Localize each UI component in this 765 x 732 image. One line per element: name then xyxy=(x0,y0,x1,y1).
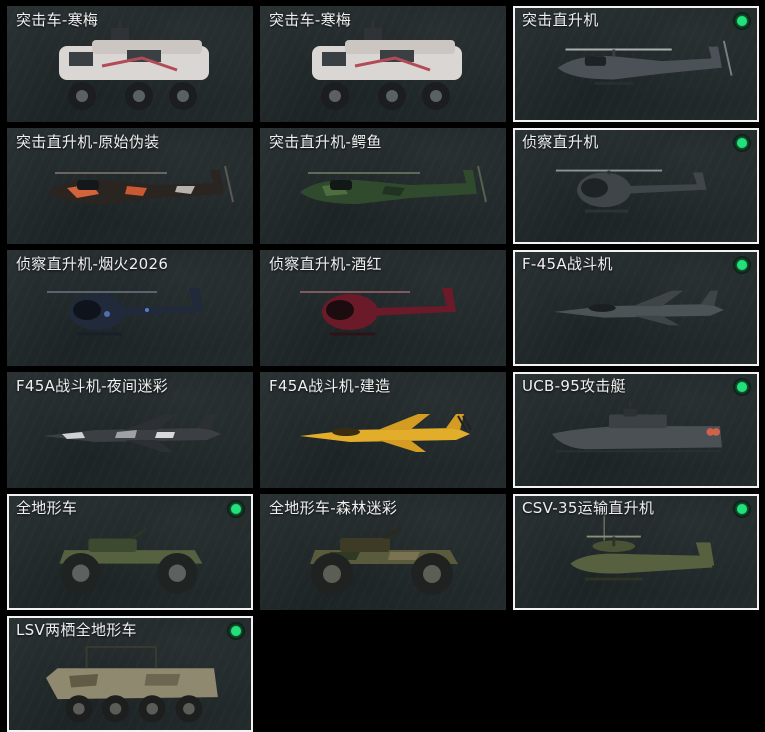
vehicle-name: 突击直升机-原始伪装 xyxy=(16,133,160,151)
vehicle-card-atv[interactable]: 全地形车 xyxy=(7,494,253,610)
vehicle-card-csv35-transport-helicopter[interactable]: CSV-35运输直升机 xyxy=(513,494,759,610)
vehicle-card-attack-helicopter-crocodile[interactable]: 突击直升机-鳄鱼 xyxy=(260,128,506,244)
vehicle-card-f45a-build[interactable]: F45A战斗机-建造 xyxy=(260,372,506,488)
vehicle-name: 突击车-寒梅 xyxy=(16,11,99,29)
vehicle-card-assault-car-hanmei-2[interactable]: 突击车-寒梅 xyxy=(260,6,506,122)
vehicle-card-f45a-fighter[interactable]: F-45A战斗机 xyxy=(513,250,759,366)
owned-indicator-icon xyxy=(733,378,751,396)
vehicle-name: CSV-35运输直升机 xyxy=(522,499,655,517)
owned-indicator-icon xyxy=(227,500,245,518)
owned-indicator-icon xyxy=(733,12,751,30)
vehicle-name: 侦察直升机-酒红 xyxy=(269,255,382,273)
vehicle-name: F45A战斗机-建造 xyxy=(269,377,391,395)
vehicle-name: F45A战斗机-夜间迷彩 xyxy=(16,377,168,395)
vehicle-name: LSV两栖全地形车 xyxy=(16,621,137,639)
vehicle-name: 侦察直升机 xyxy=(522,133,599,151)
owned-indicator-icon xyxy=(227,622,245,640)
vehicle-name: 全地形车-森林迷彩 xyxy=(269,499,398,517)
vehicle-card-ucb95-attack-boat[interactable]: UCB-95攻击艇 xyxy=(513,372,759,488)
owned-indicator-icon xyxy=(733,134,751,152)
owned-indicator-icon xyxy=(733,500,751,518)
vehicle-card-scout-helicopter-fireworks-2026[interactable]: 侦察直升机-烟火2026 xyxy=(7,250,253,366)
vehicle-name: 侦察直升机-烟火2026 xyxy=(16,255,169,273)
vehicle-card-scout-helicopter-burgundy[interactable]: 侦察直升机-酒红 xyxy=(260,250,506,366)
vehicle-card-atv-forest-camo[interactable]: 全地形车-森林迷彩 xyxy=(260,494,506,610)
vehicle-name: 突击直升机 xyxy=(522,11,599,29)
vehicle-card-scout-helicopter[interactable]: 侦察直升机 xyxy=(513,128,759,244)
vehicle-name: 全地形车 xyxy=(16,499,78,517)
vehicle-grid: 突击车-寒梅 突击车-寒梅 突击直升机 突击直升机-原始伪装 突击直升机-鳄鱼 … xyxy=(0,0,765,732)
vehicle-name: F-45A战斗机 xyxy=(522,255,613,273)
owned-indicator-icon xyxy=(733,256,751,274)
vehicle-name: UCB-95攻击艇 xyxy=(522,377,626,395)
vehicle-card-lsv-amphibious-atv[interactable]: LSV两栖全地形车 xyxy=(7,616,253,732)
vehicle-name: 突击车-寒梅 xyxy=(269,11,352,29)
vehicle-card-attack-helicopter-original-camo[interactable]: 突击直升机-原始伪装 xyxy=(7,128,253,244)
vehicle-card-assault-car-hanmei[interactable]: 突击车-寒梅 xyxy=(7,6,253,122)
vehicle-name: 突击直升机-鳄鱼 xyxy=(269,133,382,151)
vehicle-card-f45a-night-camo[interactable]: F45A战斗机-夜间迷彩 xyxy=(7,372,253,488)
vehicle-card-attack-helicopter[interactable]: 突击直升机 xyxy=(513,6,759,122)
